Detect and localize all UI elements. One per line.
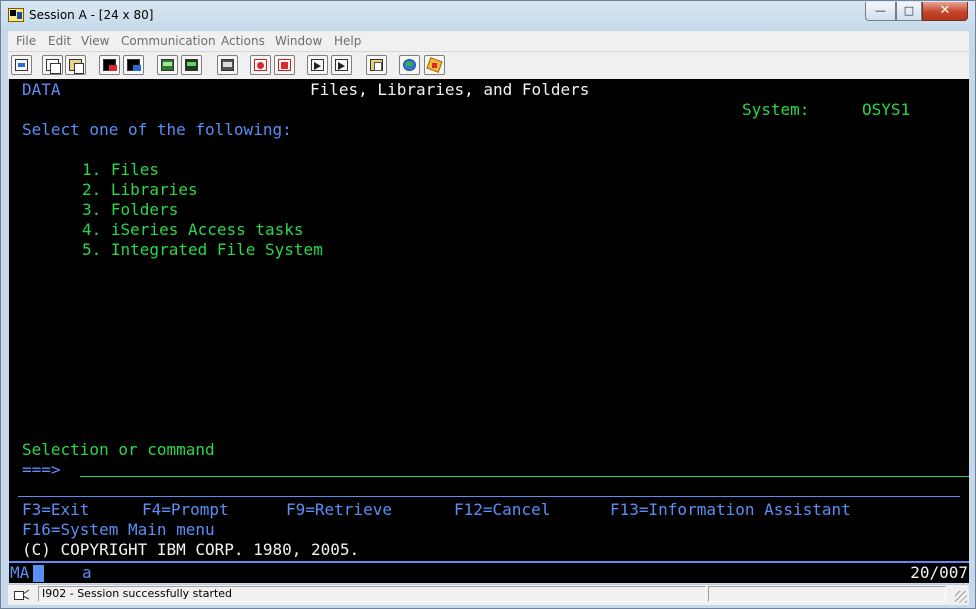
screen-title: Files, Libraries, and Folders <box>310 80 590 99</box>
fkey-retrieve: F9=Retrieve <box>286 500 392 519</box>
oia-cursor-block <box>33 565 44 582</box>
option-ifs: 5. Integrated File System <box>82 240 323 259</box>
fkey-information-assistant: F13=Information Assistant <box>610 500 851 519</box>
separator-line <box>18 496 960 497</box>
command-prompt: ===> <box>22 460 61 479</box>
menu-communication[interactable]: Communication <box>121 34 216 48</box>
selection-label: Selection or command <box>22 440 215 459</box>
option-folders: 3. Folders <box>82 200 179 219</box>
fkey-system-main-menu: F16=System Main menu <box>22 520 215 539</box>
disconnect-icon[interactable] <box>424 55 445 75</box>
close-button[interactable]: ✕ <box>922 2 968 21</box>
toolbar <box>8 52 969 79</box>
cursor-position: 20/007 <box>910 563 968 582</box>
terminal-screen[interactable]: DATA Files, Libraries, and Folders Syste… <box>9 79 969 561</box>
system-name: OSYS1 <box>862 100 911 119</box>
play-macro-2-icon[interactable] <box>331 55 352 75</box>
connect-icon[interactable] <box>399 55 420 75</box>
menu-file[interactable]: File <box>16 34 36 48</box>
copy-icon[interactable] <box>42 55 63 75</box>
status-secondary-field <box>708 586 946 602</box>
minimize-button[interactable]: — <box>865 2 896 21</box>
fkey-prompt: F4=Prompt <box>142 500 229 519</box>
menu-edit[interactable]: Edit <box>48 34 71 48</box>
menu-help[interactable]: Help <box>334 34 361 48</box>
oia-input-char: a <box>82 563 92 582</box>
send-file-icon[interactable] <box>99 55 120 75</box>
keypad-icon[interactable] <box>181 55 202 75</box>
resize-grip-icon[interactable] <box>955 591 967 603</box>
maximize-button[interactable]: □ <box>896 2 922 21</box>
window-title: Session A - [24 x 80] <box>29 8 154 22</box>
stop-macro-icon[interactable] <box>274 55 295 75</box>
menu-window[interactable]: Window <box>275 34 322 48</box>
operator-information-area: MA a 20/007 <box>9 561 969 583</box>
session-status-icon <box>14 589 30 600</box>
display-keypad-icon[interactable] <box>157 55 178 75</box>
status-bar: I902 - Session successfully started <box>8 584 969 605</box>
paste-icon[interactable] <box>65 55 86 75</box>
macro-icon[interactable] <box>217 55 238 75</box>
status-message-field: I902 - Session successfully started <box>38 586 706 602</box>
emulator-window: Session A - [24 x 80] — □ ✕ File Edit Vi… <box>0 0 976 609</box>
play-macro-icon[interactable] <box>307 55 328 75</box>
session-app-icon <box>8 8 24 22</box>
fkey-exit: F3=Exit <box>22 500 90 519</box>
select-prompt: Select one of the following: <box>22 120 292 139</box>
menu-actions[interactable]: Actions <box>221 34 265 48</box>
clipboard-icon[interactable] <box>366 55 387 75</box>
fkey-cancel: F12=Cancel <box>454 500 551 519</box>
menu-id: DATA <box>22 80 61 99</box>
status-message: I902 - Session successfully started <box>42 587 233 600</box>
oia-indicator: MA <box>10 563 30 582</box>
system-label: System: <box>742 100 810 119</box>
receive-file-icon[interactable] <box>123 55 144 75</box>
command-input-underline[interactable] <box>80 476 969 477</box>
menu-bar: File Edit View Communication Actions Win… <box>8 31 969 52</box>
option-files: 1. Files <box>82 160 160 179</box>
option-iseries-access: 4. iSeries Access tasks <box>82 220 304 239</box>
option-libraries: 2. Libraries <box>82 180 198 199</box>
print-screen-icon[interactable] <box>11 55 32 75</box>
menu-view[interactable]: View <box>81 34 109 48</box>
record-macro-icon[interactable] <box>250 55 271 75</box>
title-bar[interactable]: Session A - [24 x 80] — □ ✕ <box>1 1 975 31</box>
copyright-notice: (C) COPYRIGHT IBM CORP. 1980, 2005. <box>22 540 360 559</box>
